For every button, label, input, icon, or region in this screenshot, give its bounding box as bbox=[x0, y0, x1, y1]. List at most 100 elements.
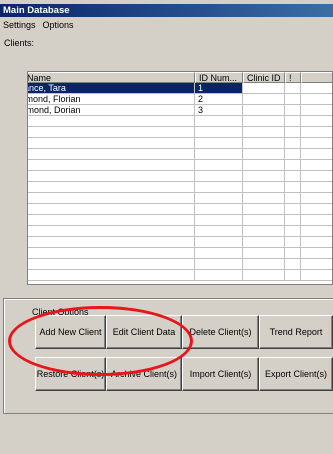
empty-row[interactable] bbox=[28, 182, 332, 193]
cell-flag bbox=[285, 215, 301, 226]
export-clients-button[interactable]: Export Client(s) bbox=[259, 357, 333, 391]
cell-clinic-id bbox=[243, 182, 285, 193]
cell-clinic-id bbox=[243, 94, 285, 105]
cell-full-name bbox=[28, 237, 195, 248]
column-header-full-name[interactable]: Full Name bbox=[28, 72, 195, 83]
cell-id-number bbox=[195, 116, 243, 127]
cell-full-name bbox=[28, 248, 195, 259]
cell-flag bbox=[285, 182, 301, 193]
table-row[interactable]: Dorimond, Florian2 bbox=[28, 94, 332, 105]
cell-flag bbox=[285, 270, 301, 281]
cell-flag bbox=[285, 149, 301, 160]
cell-extra bbox=[301, 171, 332, 182]
cell-full-name bbox=[28, 171, 195, 182]
cell-clinic-id bbox=[243, 248, 285, 259]
empty-row[interactable] bbox=[28, 116, 332, 127]
cell-flag bbox=[285, 248, 301, 259]
cell-clinic-id bbox=[243, 138, 285, 149]
main-database-window: Main Database Settings Options Clients: … bbox=[0, 0, 333, 454]
cell-id-number bbox=[195, 160, 243, 171]
empty-row[interactable] bbox=[28, 270, 332, 281]
cell-extra bbox=[301, 105, 332, 116]
cell-full-name bbox=[28, 160, 195, 171]
cell-flag bbox=[285, 138, 301, 149]
cell-flag bbox=[285, 171, 301, 182]
cell-clinic-id bbox=[243, 149, 285, 160]
cell-id-number bbox=[195, 270, 243, 281]
cell-id-number bbox=[195, 127, 243, 138]
cell-id-number bbox=[195, 171, 243, 182]
empty-row[interactable] bbox=[28, 138, 332, 149]
column-header-flag[interactable]: ! bbox=[285, 72, 301, 83]
table-row[interactable]: Ballance, Tara1 bbox=[28, 83, 332, 94]
column-header-extra[interactable] bbox=[301, 72, 332, 83]
empty-row[interactable] bbox=[28, 171, 332, 182]
menu-settings[interactable]: Settings bbox=[3, 20, 36, 30]
cell-flag bbox=[285, 193, 301, 204]
cell-full-name bbox=[28, 193, 195, 204]
cell-extra bbox=[301, 193, 332, 204]
cell-clinic-id bbox=[243, 105, 285, 116]
cell-full-name bbox=[28, 270, 195, 281]
empty-row[interactable] bbox=[28, 160, 332, 171]
column-header-id-number[interactable]: ID Num... bbox=[195, 72, 243, 83]
cell-clinic-id bbox=[243, 127, 285, 138]
cell-full-name bbox=[28, 226, 195, 237]
cell-id-number bbox=[195, 237, 243, 248]
cell-id-number bbox=[195, 226, 243, 237]
empty-row[interactable] bbox=[28, 204, 332, 215]
delete-clients-button[interactable]: Delete Client(s) bbox=[182, 315, 259, 349]
cell-full-name bbox=[28, 138, 195, 149]
cell-full-name: Ballance, Tara bbox=[28, 83, 195, 94]
cell-clinic-id bbox=[243, 160, 285, 171]
cell-flag bbox=[285, 226, 301, 237]
cell-id-number: 3 bbox=[195, 105, 243, 116]
restore-clients-button[interactable]: Restore Client(s) bbox=[35, 357, 106, 391]
cell-clinic-id bbox=[243, 116, 285, 127]
cell-extra bbox=[301, 83, 332, 94]
cell-flag bbox=[285, 160, 301, 171]
cell-extra bbox=[301, 116, 332, 127]
empty-row[interactable] bbox=[28, 149, 332, 160]
add-new-client-button[interactable]: Add New Client bbox=[35, 315, 106, 349]
cell-clinic-id bbox=[243, 226, 285, 237]
cell-id-number bbox=[195, 215, 243, 226]
cell-full-name bbox=[28, 259, 195, 270]
cell-clinic-id bbox=[243, 83, 285, 94]
cell-extra bbox=[301, 237, 332, 248]
empty-row[interactable] bbox=[28, 215, 332, 226]
cell-clinic-id bbox=[243, 270, 285, 281]
cell-full-name bbox=[28, 215, 195, 226]
empty-row[interactable] bbox=[28, 248, 332, 259]
cell-full-name bbox=[28, 149, 195, 160]
column-header-clinic-id[interactable]: Clinic ID bbox=[243, 72, 285, 83]
import-clients-button[interactable]: Import Client(s) bbox=[182, 357, 259, 391]
cell-id-number bbox=[195, 138, 243, 149]
empty-row[interactable] bbox=[28, 259, 332, 270]
trend-report-button[interactable]: Trend Report bbox=[259, 315, 333, 349]
empty-row[interactable] bbox=[28, 127, 332, 138]
cell-extra bbox=[301, 270, 332, 281]
edit-client-data-button[interactable]: Edit Client Data bbox=[106, 315, 182, 349]
cell-full-name: Florimond, Dorian bbox=[28, 105, 195, 116]
cell-clinic-id bbox=[243, 259, 285, 270]
cell-full-name bbox=[28, 116, 195, 127]
cell-id-number bbox=[195, 193, 243, 204]
empty-row[interactable] bbox=[28, 226, 332, 237]
cell-extra bbox=[301, 149, 332, 160]
window-title: Main Database bbox=[0, 4, 333, 17]
archive-clients-button[interactable]: Archive Client(s) bbox=[106, 357, 182, 391]
empty-row[interactable] bbox=[28, 193, 332, 204]
cell-id-number bbox=[195, 149, 243, 160]
cell-clinic-id bbox=[243, 204, 285, 215]
list-header: Full Name ID Num... Clinic ID ! bbox=[28, 72, 332, 83]
empty-row[interactable] bbox=[28, 237, 332, 248]
cell-extra bbox=[301, 182, 332, 193]
cell-full-name bbox=[28, 182, 195, 193]
cell-flag bbox=[285, 259, 301, 270]
cell-full-name bbox=[28, 127, 195, 138]
menu-options[interactable]: Options bbox=[43, 20, 74, 30]
clients-list[interactable]: Full Name ID Num... Clinic ID ! Ballance… bbox=[27, 71, 333, 285]
table-row[interactable]: Florimond, Dorian3 bbox=[28, 105, 332, 116]
cell-clinic-id bbox=[243, 193, 285, 204]
